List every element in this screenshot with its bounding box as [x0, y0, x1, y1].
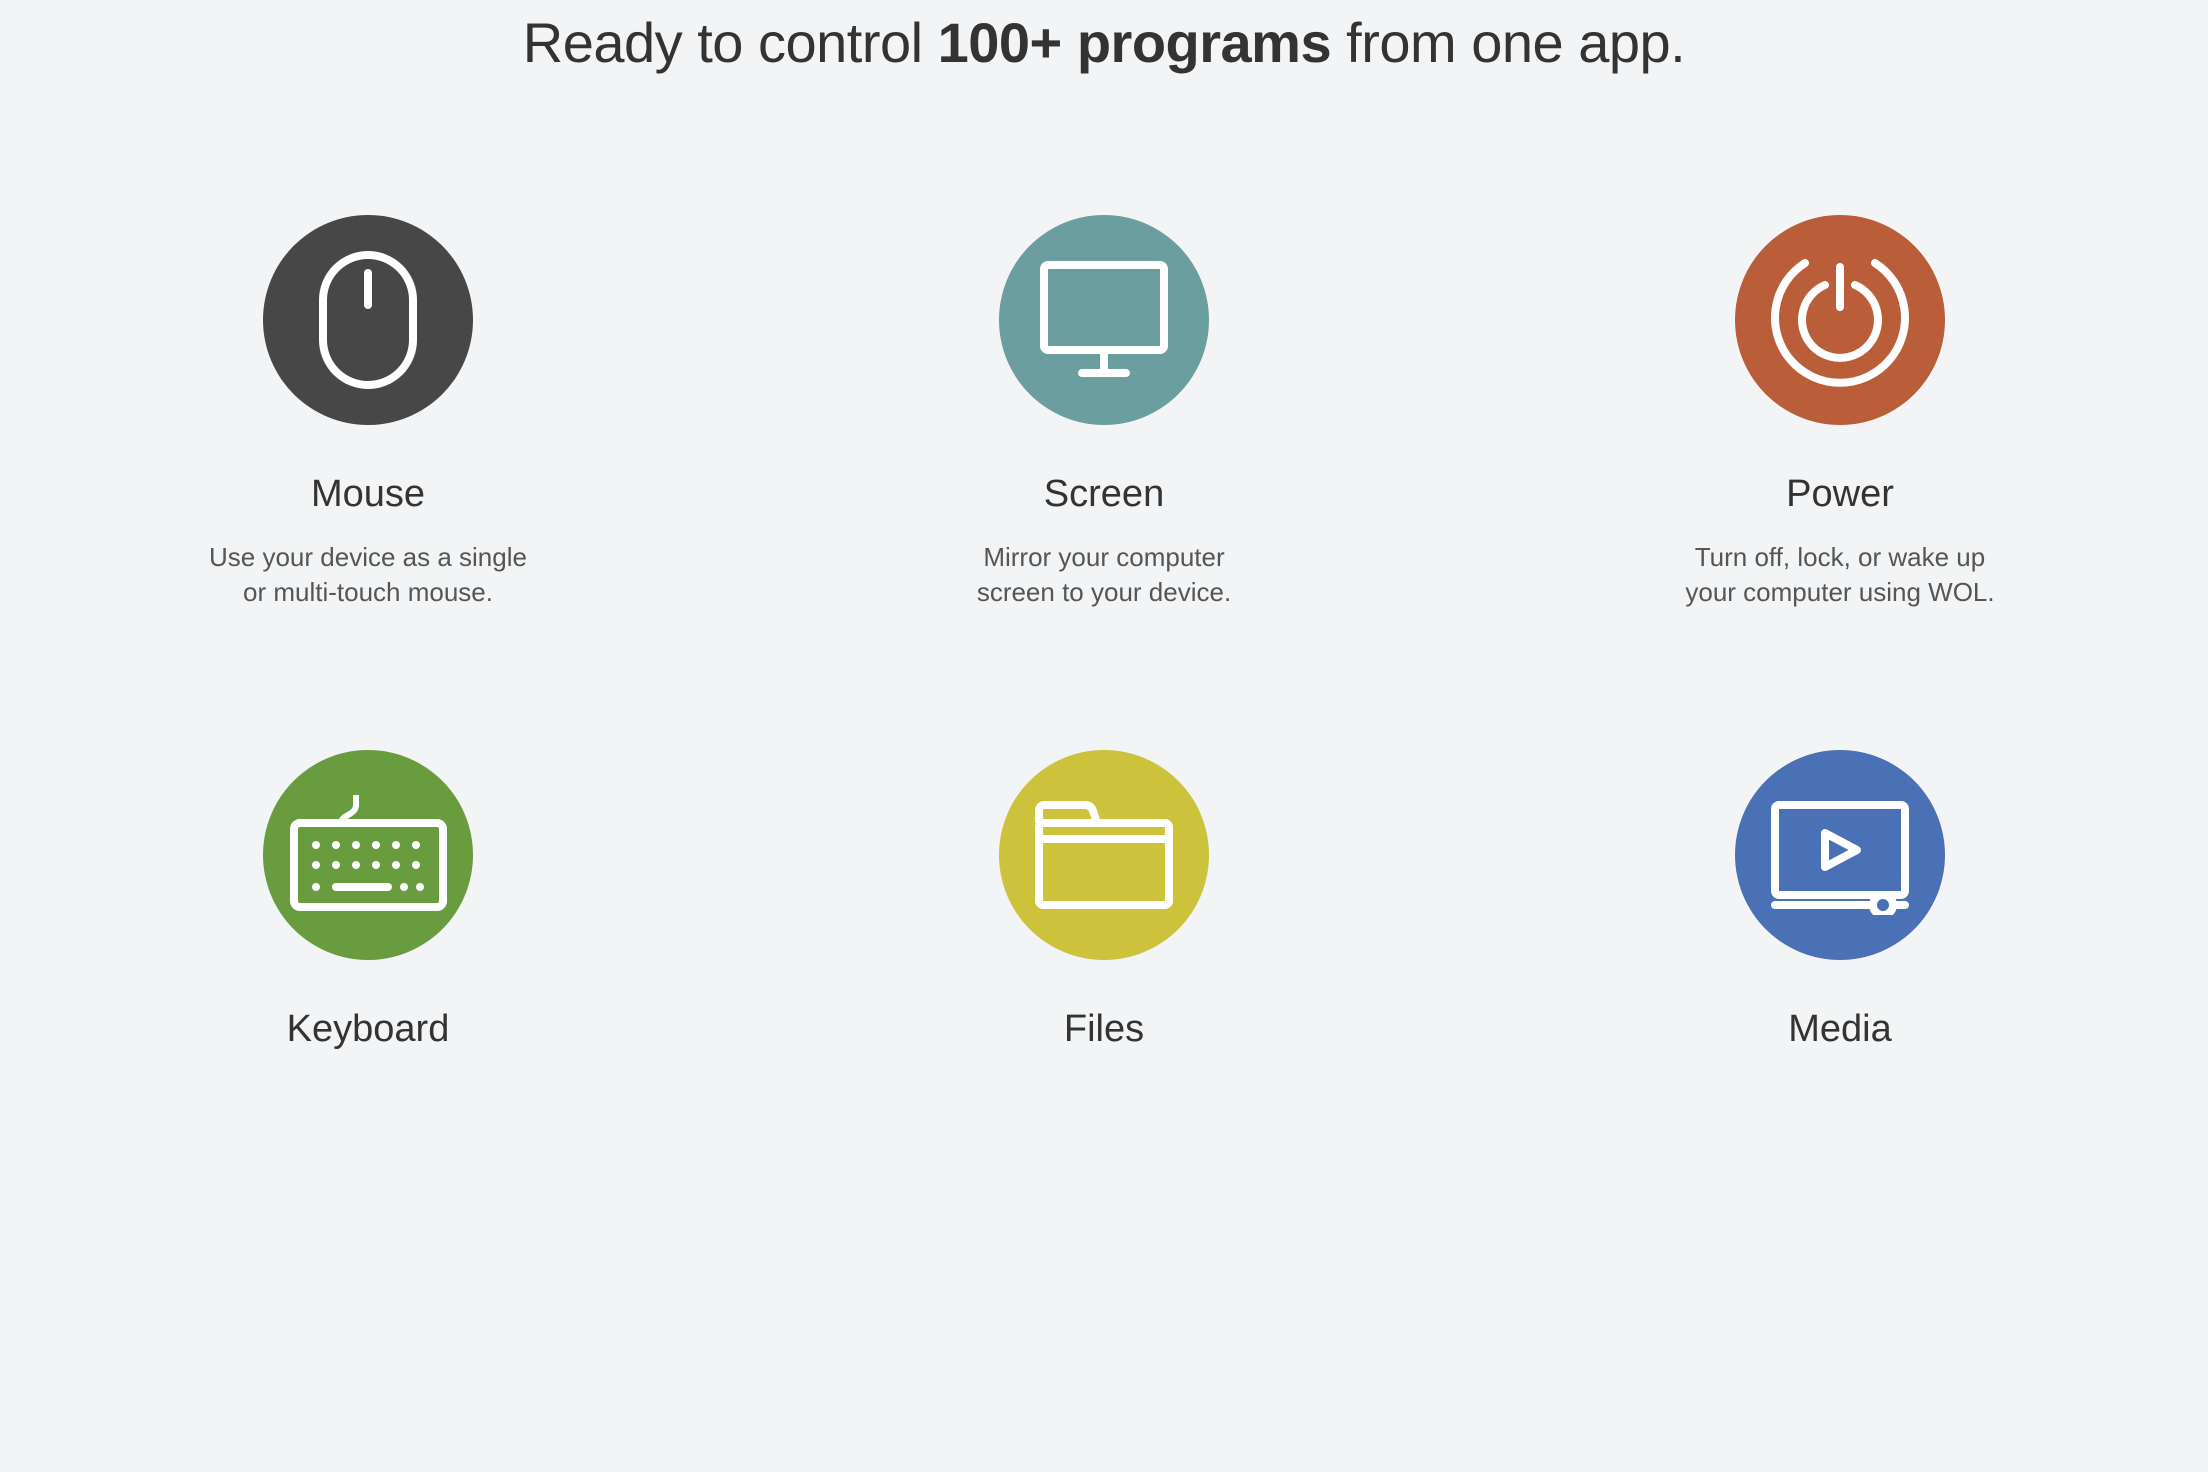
feature-power-desc: Turn off, lock, or wake up your computer… — [1685, 540, 1994, 610]
power-icon — [1735, 215, 1945, 425]
feature-keyboard: Keyboard — [148, 750, 588, 1075]
headline-bold: 100+ programs — [938, 11, 1331, 74]
feature-mouse-desc: Use your device as a single or multi-tou… — [209, 540, 527, 610]
mouse-icon — [263, 215, 473, 425]
feature-screen-title: Screen — [1044, 473, 1164, 516]
feature-screen: Screen Mirror your computer screen to yo… — [884, 215, 1324, 610]
feature-mouse-title: Mouse — [311, 473, 425, 516]
folder-icon — [999, 750, 1209, 960]
feature-media: Media — [1620, 750, 2060, 1075]
features-grid: Mouse Use your device as a single or mul… — [0, 215, 2208, 1075]
feature-files: Files — [884, 750, 1324, 1075]
media-icon — [1735, 750, 1945, 960]
feature-media-title: Media — [1788, 1008, 1892, 1051]
feature-power: Power Turn off, lock, or wake up your co… — [1620, 215, 2060, 610]
headline-post: from one app. — [1331, 11, 1685, 74]
headline: Ready to control 100+ programs from one … — [0, 10, 2208, 75]
feature-mouse: Mouse Use your device as a single or mul… — [148, 215, 588, 610]
headline-pre: Ready to control — [523, 11, 938, 74]
feature-power-title: Power — [1786, 473, 1894, 516]
feature-screen-desc: Mirror your computer screen to your devi… — [977, 540, 1231, 610]
feature-files-title: Files — [1064, 1008, 1144, 1051]
monitor-icon — [999, 215, 1209, 425]
keyboard-icon — [263, 750, 473, 960]
feature-keyboard-title: Keyboard — [287, 1008, 450, 1051]
